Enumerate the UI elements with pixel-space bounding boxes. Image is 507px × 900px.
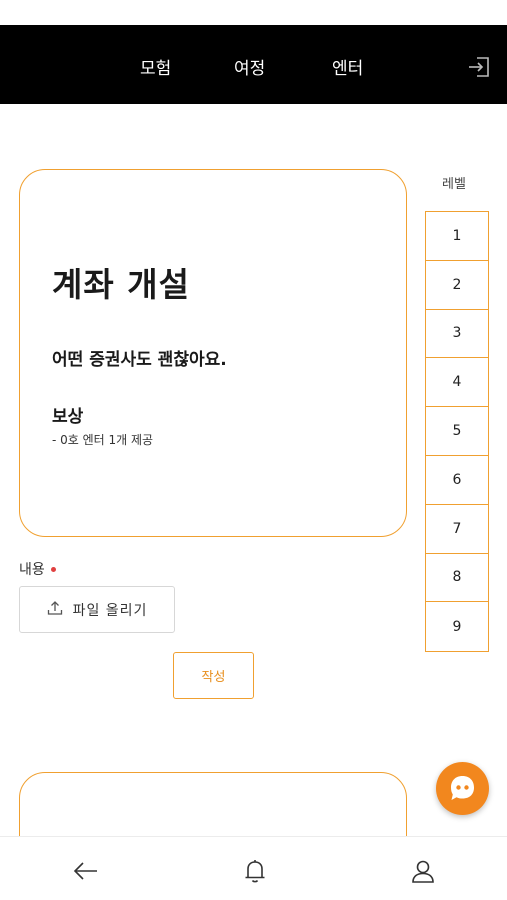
- nav-item-journey[interactable]: 여정: [234, 54, 265, 79]
- mission-card: 계좌 개설 어떤 증권사도 괜찮아요. 보상 - 0호 엔터 1개 제공: [19, 169, 407, 537]
- reward-title: 보상: [52, 407, 84, 427]
- content-label-text: 내용: [19, 562, 45, 578]
- upload-file-button[interactable]: 파일 올리기: [19, 586, 175, 633]
- back-arrow-icon[interactable]: [72, 857, 100, 885]
- level-item-4[interactable]: 4: [426, 358, 488, 408]
- level-list: 1 2 3 4 5 6 7 8 9: [425, 211, 489, 653]
- nav-item-adventure[interactable]: 모험: [140, 54, 171, 79]
- bell-icon[interactable]: [241, 857, 269, 885]
- upload-file-label: 파일 올리기: [72, 602, 148, 619]
- level-item-3[interactable]: 3: [426, 310, 488, 359]
- level-item-8[interactable]: 8: [426, 554, 488, 603]
- level-item-5[interactable]: 5: [426, 407, 488, 456]
- app-screen: 모험 여정 엔터 계좌 개설 어떤 증권사도 괜찮아요. 보상 - 0호 엔터 …: [0, 0, 507, 900]
- level-item-7[interactable]: 7: [426, 505, 488, 554]
- level-label: 레벨: [442, 177, 466, 192]
- mission-description: 어떤 증권사도 괜찮아요.: [52, 350, 227, 370]
- logout-icon[interactable]: [466, 55, 492, 79]
- required-indicator: [50, 566, 56, 572]
- level-item-2[interactable]: 2: [426, 261, 488, 310]
- chat-icon: [451, 776, 474, 800]
- nav-item-enter[interactable]: 엔터: [332, 54, 363, 79]
- content-label: 내용: [19, 559, 56, 579]
- top-nav-bar: 모험 여정 엔터: [0, 25, 507, 104]
- reward-item: - 0호 엔터 1개 제공: [52, 433, 154, 447]
- level-item-6[interactable]: 6: [426, 456, 488, 505]
- level-item-1[interactable]: 1: [426, 212, 488, 261]
- user-icon[interactable]: [409, 857, 437, 885]
- upload-icon: [47, 600, 63, 620]
- level-item-9[interactable]: 9: [426, 602, 488, 651]
- bottom-nav-bar: [0, 836, 507, 900]
- chat-fab-button[interactable]: [436, 762, 489, 815]
- submit-button[interactable]: 작성: [173, 652, 254, 699]
- mission-title: 계좌 개설: [52, 265, 190, 304]
